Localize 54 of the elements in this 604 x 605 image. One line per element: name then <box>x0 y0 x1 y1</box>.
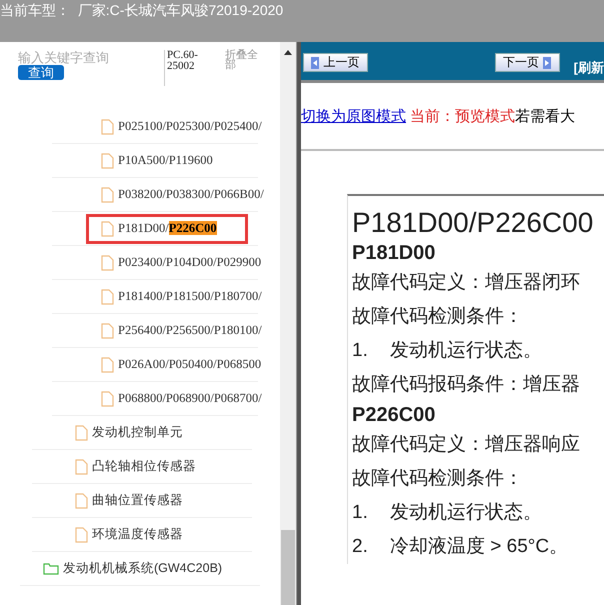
tree-item[interactable]: P256400/P256500/P180100/ <box>86 316 280 346</box>
code-heading: P226C00 <box>352 403 436 428</box>
tree-item[interactable]: P038200/P038300/P066B00/ <box>86 180 280 210</box>
tree-item[interactable]: P068800/P068900/P068700/ <box>86 384 280 414</box>
document-icon <box>75 526 88 542</box>
refresh-link[interactable]: [刷新 <box>574 59 604 77</box>
next-page-button[interactable]: 下一页 <box>494 53 560 72</box>
list-item: 2. 冷却液温度 > 65°C。 <box>352 535 570 559</box>
document-line: 故障代码定义：增压器响应 <box>352 433 581 457</box>
current-mode-label: 当前：预览模式 <box>410 106 515 126</box>
scrollbar-thumb[interactable] <box>281 530 295 605</box>
document-line: 故障代码定义：增压器闭环 <box>352 271 581 295</box>
tree-item[interactable]: 发动机控制单元 <box>60 418 214 448</box>
document-icon <box>101 220 114 236</box>
tree-item[interactable]: 凸轮轴相位传感器 <box>60 452 227 482</box>
tree-item[interactable]: P181D00/P226C00 <box>86 214 248 244</box>
document-icon <box>101 390 114 406</box>
tree-item[interactable]: 发动机机械系统(GW4C20B) <box>28 554 254 584</box>
search-field[interactable]: 输入关键字查询 <box>18 50 158 65</box>
tree-item[interactable]: P10A500/P119600 <box>86 146 244 176</box>
model-code: PC.60-25002 <box>164 50 217 86</box>
window-title: 当前车型： 厂家:C-长城汽车风骏72019-2020 <box>0 2 284 18</box>
original-mode-link[interactable]: 切换为原图模式 <box>301 106 406 126</box>
tree-item[interactable]: P023400/P104D00/P029900 <box>86 248 280 278</box>
hint-text: 若需看大 <box>515 106 575 126</box>
scrollbar[interactable] <box>280 42 296 605</box>
tree-item[interactable]: P026A00/P050400/P068500 <box>86 350 280 380</box>
tree-item[interactable]: 曲轴位置传感器 <box>60 486 214 516</box>
tree-item[interactable]: P181400/P181500/P180700/ <box>86 282 280 312</box>
document-icon <box>101 118 114 134</box>
previous-page-button[interactable]: 上一页 <box>303 53 368 72</box>
document-icon <box>101 152 114 168</box>
right-arrow-icon <box>543 56 552 68</box>
document-line: 故障代码报码条件：增压器 <box>352 373 581 397</box>
document-icon <box>75 458 88 474</box>
scroll-up-icon[interactable] <box>284 50 292 55</box>
folder-icon <box>43 562 59 575</box>
left-arrow-icon <box>311 56 320 68</box>
document-icon <box>75 424 88 440</box>
document-icon <box>101 322 114 338</box>
document-line: 故障代码检测条件： <box>352 467 524 491</box>
list-item: 1. 发动机运行状态。 <box>352 501 543 525</box>
tree-item[interactable]: P025100/P025300/P025400/ <box>86 112 280 142</box>
list-item: 1. 发动机运行状态。 <box>352 339 543 363</box>
document-icon <box>101 288 114 304</box>
search-button[interactable]: 查询 <box>18 65 64 80</box>
document-line: 故障代码检测条件： <box>352 305 524 329</box>
document-icon <box>101 186 114 202</box>
document-icon <box>101 254 114 270</box>
document-icon <box>75 492 88 508</box>
tree-item[interactable]: 环境温度传感器 <box>60 520 214 550</box>
document-title: P181D00/P226C00 <box>352 206 594 240</box>
document-icon <box>101 356 114 372</box>
code-heading: P181D00 <box>352 241 436 266</box>
